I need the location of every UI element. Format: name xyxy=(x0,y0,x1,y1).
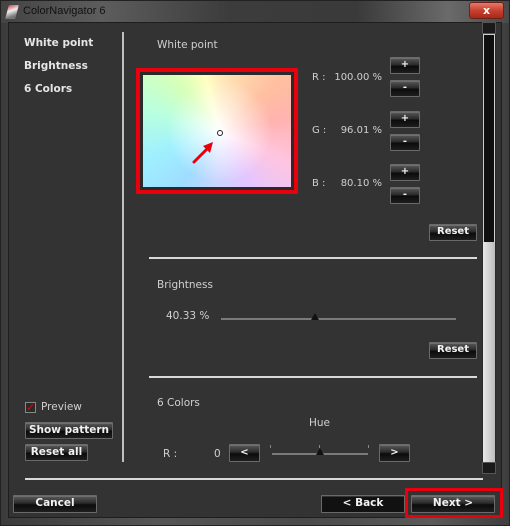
brightness-slider-thumb[interactable] xyxy=(311,313,319,320)
red-value: 100.00 % xyxy=(334,72,382,83)
blue-plus-button[interactable]: + xyxy=(390,164,420,181)
green-minus-button[interactable]: - xyxy=(390,134,420,151)
red-plus-button[interactable]: + xyxy=(390,57,420,74)
next-button[interactable]: Next > xyxy=(411,495,495,513)
green-plus-button[interactable]: + xyxy=(390,111,420,128)
hue-label: Hue xyxy=(309,417,331,429)
white-point-highlight xyxy=(136,68,298,194)
white-point-title: White point xyxy=(157,39,218,51)
cancel-button[interactable]: Cancel xyxy=(13,495,97,513)
blue-value: 80.10 % xyxy=(340,178,382,189)
sidebar-divider xyxy=(122,32,124,462)
section-divider-2 xyxy=(149,376,477,378)
footer-divider xyxy=(25,478,483,480)
nav-item-brightness[interactable]: Brightness xyxy=(24,60,88,72)
brightness-slider-track[interactable] xyxy=(221,318,456,320)
green-value: 96.01 % xyxy=(340,125,382,136)
scroll-up-button[interactable] xyxy=(482,22,496,34)
hue-tick-min xyxy=(270,445,271,448)
brightness-title: Brightness xyxy=(157,279,213,291)
close-button[interactable]: x xyxy=(469,2,504,19)
scroll-thumb[interactable] xyxy=(483,34,495,242)
section-divider-1 xyxy=(149,257,477,259)
scroll-track[interactable] xyxy=(483,242,495,462)
hue-tick-max xyxy=(368,445,369,448)
nav-item-white-point[interactable]: White point xyxy=(24,37,93,49)
hue-increase-button[interactable]: > xyxy=(379,444,410,462)
reset-all-button[interactable]: Reset all xyxy=(25,444,88,461)
back-button[interactable]: < Back xyxy=(321,495,405,513)
white-point-reset-button[interactable]: Reset xyxy=(429,224,477,241)
hue-slider-thumb[interactable] xyxy=(316,448,324,455)
preview-checkbox[interactable]: ✓ xyxy=(25,402,36,413)
white-point-marker[interactable] xyxy=(217,130,223,136)
brightness-reset-button[interactable]: Reset xyxy=(429,342,477,359)
show-pattern-button[interactable]: Show pattern xyxy=(25,422,113,439)
preview-label: Preview xyxy=(41,401,82,413)
hue-channel-label: R : xyxy=(163,448,178,460)
brightness-value: 40.33 % xyxy=(166,310,210,322)
content-scrollbar[interactable] xyxy=(482,22,496,474)
app-icon xyxy=(5,5,19,19)
pointer-arrow-icon xyxy=(192,142,213,164)
six-colors-title: 6 Colors xyxy=(157,397,200,409)
scroll-down-button[interactable] xyxy=(482,462,496,474)
title-bar: ColorNavigator 6 x xyxy=(1,1,509,23)
hue-channel-value: 0 xyxy=(214,448,221,460)
window-title: ColorNavigator 6 xyxy=(23,5,106,17)
nav-item-6-colors[interactable]: 6 Colors xyxy=(24,83,72,95)
white-point-color-field[interactable] xyxy=(143,75,291,187)
red-minus-button[interactable]: - xyxy=(390,80,420,97)
blue-minus-button[interactable]: - xyxy=(390,187,420,204)
hue-decrease-button[interactable]: < xyxy=(229,444,260,462)
